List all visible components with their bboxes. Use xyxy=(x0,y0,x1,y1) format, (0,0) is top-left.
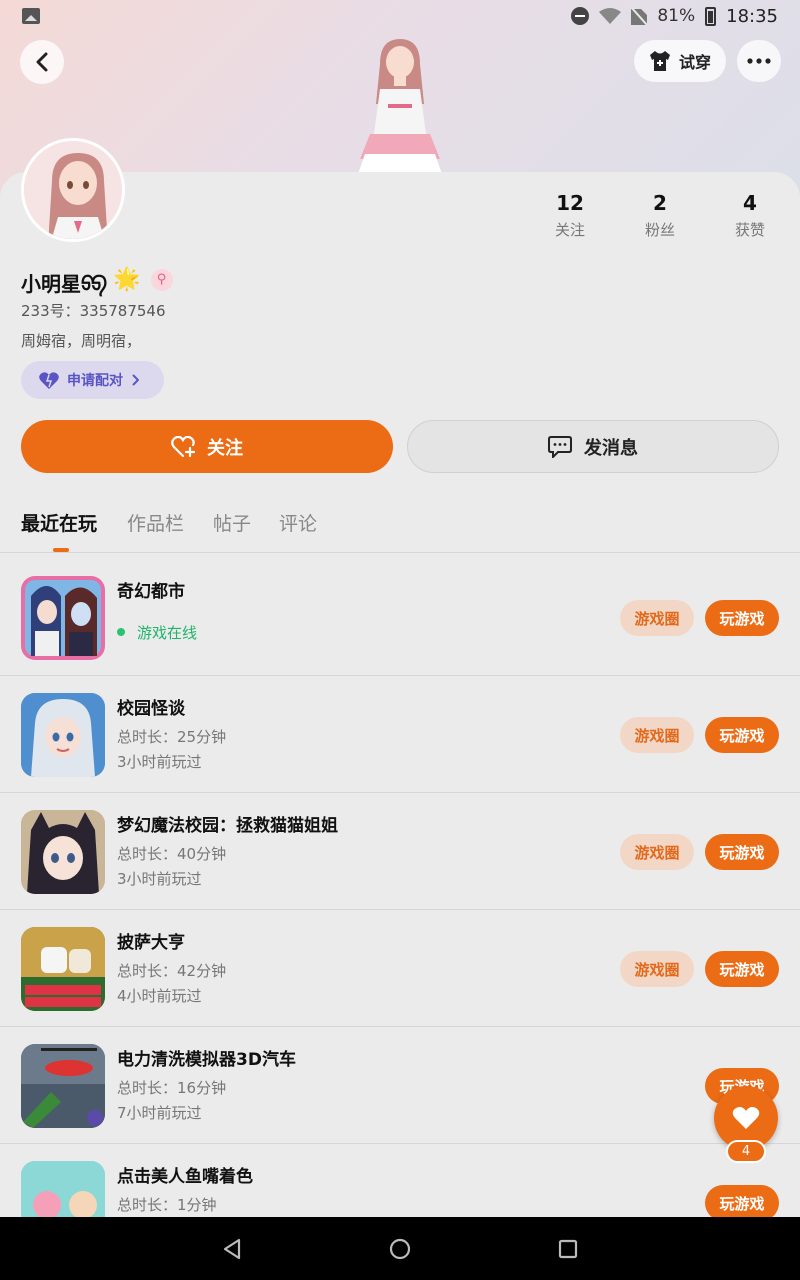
nav-back-icon[interactable] xyxy=(219,1235,247,1263)
profile-tabs: 最近在玩 作品栏 帖子 评论 xyxy=(0,505,800,553)
play-duration: 总时长：42分钟 xyxy=(117,962,227,980)
last-played: 3小时前玩过 xyxy=(117,753,202,771)
play-duration: 总时长：1分钟 xyxy=(117,1196,217,1214)
game-circle-button[interactable]: 游戏圈 xyxy=(620,951,694,987)
last-played: 3小时前玩过 xyxy=(117,870,202,888)
game-title: 校园怪谈 xyxy=(117,699,185,719)
last-played: 4小时前玩过 xyxy=(117,987,202,1005)
send-message-label: 发消息 xyxy=(584,437,638,459)
battery-percent: 81% xyxy=(657,6,696,26)
back-button[interactable] xyxy=(20,40,64,84)
game-cover-image xyxy=(21,927,105,1011)
apply-pair-label: 申请配对 xyxy=(67,373,123,389)
play-duration: 总时长：40分钟 xyxy=(117,845,227,863)
try-on-label: 试穿 xyxy=(678,53,711,72)
do-not-disturb-icon xyxy=(571,7,590,25)
system-navigation-bar xyxy=(0,1217,800,1280)
try-on-button[interactable]: 试穿 xyxy=(634,40,726,82)
list-item[interactable]: 披萨大亨 总时长：42分钟 4小时前玩过 游戏圈 玩游戏 xyxy=(0,910,800,1027)
list-item[interactable]: 梦幻魔法校园：拯救猫猫姐姐 总时长：40分钟 3小时前玩过 游戏圈 玩游戏 xyxy=(0,793,800,910)
tshirt-icon xyxy=(649,51,670,71)
heart-pair-icon xyxy=(39,371,59,389)
game-cover-image xyxy=(21,1044,105,1128)
follow-button[interactable]: 关注 xyxy=(21,420,393,473)
game-circle-button[interactable]: 游戏圈 xyxy=(620,834,694,870)
game-icon xyxy=(21,693,105,777)
game-cover-image xyxy=(25,580,101,656)
stat-label: 获赞 xyxy=(734,221,765,239)
more-dots-icon xyxy=(747,58,771,64)
online-status: 游戏在线 xyxy=(117,622,197,643)
chevron-right-icon xyxy=(132,374,139,386)
active-tab-indicator xyxy=(53,548,69,552)
game-cover-image xyxy=(21,693,105,777)
game-icon xyxy=(21,576,105,660)
avatar-figure-image xyxy=(358,39,442,174)
play-game-button[interactable]: 玩游戏 xyxy=(705,1185,779,1221)
stat-likes[interactable]: 4 获赞 xyxy=(710,192,790,240)
game-cover-image xyxy=(21,810,105,894)
tab-posts[interactable]: 帖子 xyxy=(213,509,251,536)
game-circle-button[interactable]: 游戏圈 xyxy=(620,717,694,753)
play-game-button[interactable]: 玩游戏 xyxy=(705,834,779,870)
game-circle-button[interactable]: 游戏圈 xyxy=(620,600,694,636)
apply-pair-button[interactable]: 申请配对 xyxy=(21,361,164,399)
game-title: 电力清洗模拟器3D汽车 xyxy=(117,1050,296,1070)
user-id: 233号：335787546 xyxy=(21,302,166,320)
list-item[interactable]: 奇幻都市 游戏在线 游戏圈 玩游戏 xyxy=(0,559,800,676)
stat-number: 4 xyxy=(743,191,757,215)
avatar[interactable] xyxy=(21,138,125,242)
play-game-button[interactable]: 玩游戏 xyxy=(705,951,779,987)
heart-icon xyxy=(732,1107,760,1129)
tab-comments[interactable]: 评论 xyxy=(279,509,317,536)
female-gender-icon: ⚲ xyxy=(150,268,173,291)
game-title: 点击美人鱼嘴着色 xyxy=(117,1167,253,1187)
play-game-button[interactable]: 玩游戏 xyxy=(705,717,779,753)
play-duration: 总时长：25分钟 xyxy=(117,728,227,746)
user-bio: 周姆宿，周明宿， xyxy=(21,332,142,350)
game-icon xyxy=(21,927,105,1011)
no-sim-icon xyxy=(631,7,648,25)
image-notification-icon xyxy=(22,8,40,24)
clock: 18:35 xyxy=(726,5,778,27)
last-played: 7小时前玩过 xyxy=(117,1104,202,1122)
game-icon xyxy=(21,810,105,894)
game-title: 奇幻都市 xyxy=(117,582,185,602)
heart-plus-icon xyxy=(171,435,196,457)
stat-label: 粉丝 xyxy=(644,221,675,239)
play-game-button[interactable]: 玩游戏 xyxy=(705,600,779,636)
nav-recents-icon[interactable] xyxy=(554,1235,582,1263)
list-item[interactable]: 校园怪谈 总时长：25分钟 3小时前玩过 游戏圈 玩游戏 xyxy=(0,676,800,793)
game-icon xyxy=(21,1044,105,1128)
tab-works[interactable]: 作品栏 xyxy=(127,509,184,536)
stat-number: 12 xyxy=(556,191,584,215)
play-duration: 总时长：16分钟 xyxy=(117,1079,227,1097)
game-title: 披萨大亨 xyxy=(117,933,185,953)
battery-icon xyxy=(705,6,717,26)
more-options-button[interactable] xyxy=(737,40,781,82)
chat-bubble-icon xyxy=(548,435,572,458)
user-name: 小明星ᢒᢒ xyxy=(21,272,108,296)
nav-home-icon[interactable] xyxy=(386,1235,414,1263)
chevron-left-icon xyxy=(36,52,48,72)
stat-following[interactable]: 12 关注 xyxy=(530,192,610,240)
follow-label: 关注 xyxy=(207,437,243,459)
list-item[interactable]: 电力清洗模拟器3D汽车 总时长：16分钟 7小时前玩过 玩游戏 xyxy=(0,1027,800,1144)
send-message-button[interactable]: 发消息 xyxy=(407,420,779,473)
status-bar: 81% 18:35 xyxy=(0,0,800,32)
name-row: 小明星ᢒᢒ 🌟 ⚲ xyxy=(21,262,173,297)
stat-label: 关注 xyxy=(554,221,585,239)
stat-number: 2 xyxy=(653,191,667,215)
tab-recently-played[interactable]: 最近在玩 xyxy=(21,509,97,536)
like-count-badge: 4 xyxy=(726,1140,766,1163)
wifi-icon xyxy=(599,8,622,24)
star-badge-icon: 🌟 xyxy=(113,267,141,292)
stat-followers[interactable]: 2 粉丝 xyxy=(620,192,700,240)
game-title: 梦幻魔法校园：拯救猫猫姐姐 xyxy=(117,816,338,836)
